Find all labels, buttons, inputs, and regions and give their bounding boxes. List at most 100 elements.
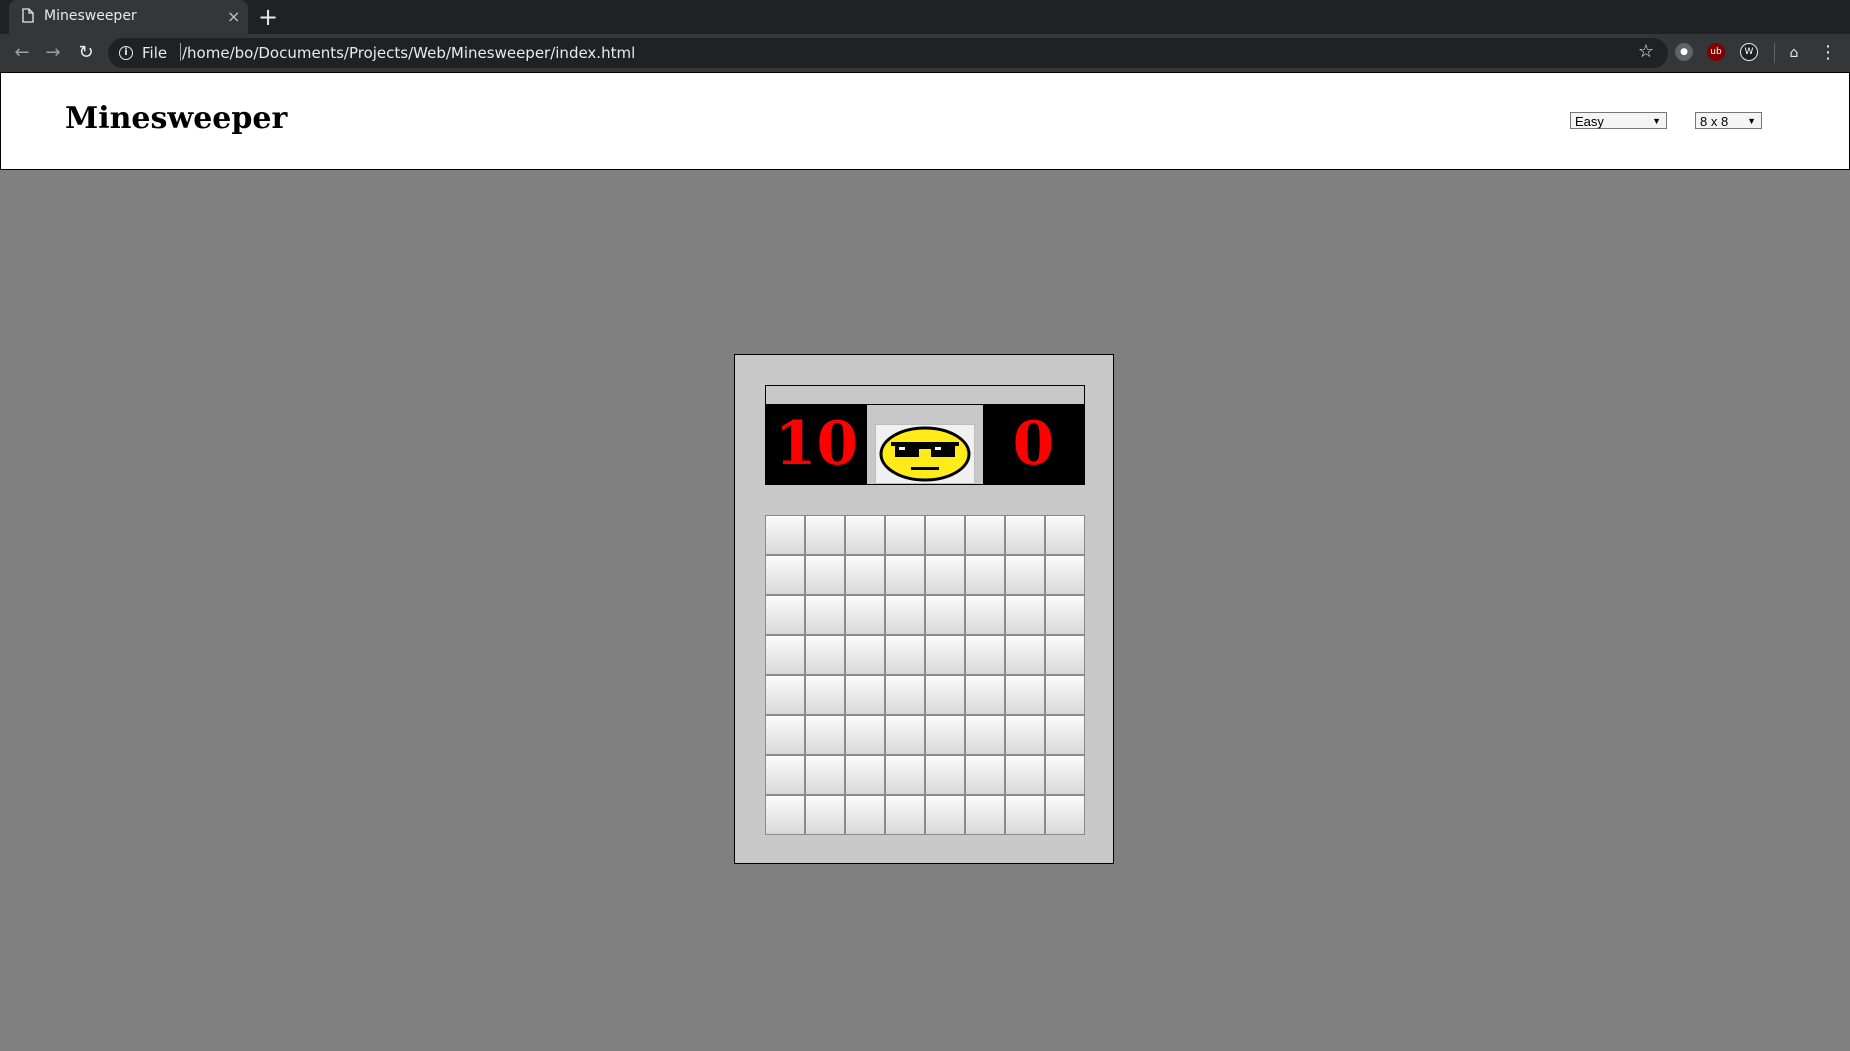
url-separator <box>180 43 181 61</box>
new-tab-icon[interactable]: + <box>258 3 278 31</box>
sunglasses-face-icon <box>879 426 971 482</box>
extension-puzzle-icon[interactable]: ● <box>1675 43 1693 61</box>
mine-cell[interactable] <box>765 795 805 835</box>
url-text[interactable]: /home/bo/Documents/Projects/Web/Mineswee… <box>182 44 635 62</box>
mine-cell[interactable] <box>885 595 925 635</box>
mine-cell[interactable] <box>765 675 805 715</box>
back-icon[interactable]: ← <box>10 41 34 65</box>
mine-cell[interactable] <box>925 635 965 675</box>
page-title: Minesweeper <box>65 101 288 136</box>
mine-cell[interactable] <box>1005 555 1045 595</box>
mine-cell[interactable] <box>965 555 1005 595</box>
mine-cell[interactable] <box>965 635 1005 675</box>
mine-cell[interactable] <box>845 795 885 835</box>
mine-cell[interactable] <box>1045 635 1085 675</box>
mine-cell[interactable] <box>885 795 925 835</box>
mine-cell[interactable] <box>885 675 925 715</box>
mine-cell[interactable] <box>765 715 805 755</box>
mine-cell[interactable] <box>965 715 1005 755</box>
mine-cell[interactable] <box>885 635 925 675</box>
ublock-icon[interactable]: ub <box>1707 43 1725 61</box>
bookmark-star-icon[interactable]: ☆ <box>1638 41 1654 62</box>
mine-cell[interactable] <box>765 755 805 795</box>
browser-tab[interactable]: Minesweeper × <box>9 0 248 34</box>
mine-cell[interactable] <box>885 755 925 795</box>
mine-cell[interactable] <box>925 795 965 835</box>
forward-icon[interactable]: → <box>41 41 65 65</box>
difficulty-select[interactable]: Easy ▼ <box>1570 112 1667 129</box>
mine-cell[interactable] <box>1045 555 1085 595</box>
incognito-icon[interactable]: ⌂ <box>1782 41 1806 65</box>
mine-cell[interactable] <box>965 595 1005 635</box>
toolbar-divider <box>1774 43 1775 63</box>
mine-cell[interactable] <box>1005 715 1045 755</box>
extension-w-icon[interactable]: W <box>1740 43 1758 61</box>
chevron-down-icon: ▼ <box>1747 116 1756 126</box>
mine-cell[interactable] <box>805 715 845 755</box>
tab-close-icon[interactable]: × <box>227 7 240 26</box>
address-bar[interactable]: i File /home/bo/Documents/Projects/Web/M… <box>108 38 1668 68</box>
board-size-selected-value: 8 x 8 <box>1700 114 1729 129</box>
mine-cell[interactable] <box>1045 715 1085 755</box>
mine-cell[interactable] <box>765 555 805 595</box>
mine-cell[interactable] <box>765 595 805 635</box>
page-icon <box>22 8 34 27</box>
game-panel: 10 0 <box>734 354 1114 864</box>
board-size-select[interactable]: 8 x 8 ▼ <box>1695 112 1762 129</box>
mine-cell[interactable] <box>965 675 1005 715</box>
timer: 0 <box>983 404 1084 484</box>
mine-cell[interactable] <box>765 635 805 675</box>
mine-cell[interactable] <box>925 595 965 635</box>
mine-cell[interactable] <box>1045 675 1085 715</box>
mine-cell[interactable] <box>765 515 805 555</box>
mine-cell[interactable] <box>805 755 845 795</box>
mine-cell[interactable] <box>845 595 885 635</box>
mine-cell[interactable] <box>845 755 885 795</box>
mine-cell[interactable] <box>1005 755 1045 795</box>
mine-cell[interactable] <box>1045 755 1085 795</box>
chevron-down-icon: ▼ <box>1652 116 1661 126</box>
mine-cell[interactable] <box>845 715 885 755</box>
info-icon[interactable]: i <box>119 46 133 60</box>
mine-cell[interactable] <box>845 675 885 715</box>
mine-cell[interactable] <box>845 515 885 555</box>
mine-cell[interactable] <box>1005 795 1045 835</box>
browser-tab-bar: Minesweeper × + <box>0 0 1850 34</box>
tab-title: Minesweeper <box>44 8 137 24</box>
mine-cell[interactable] <box>1045 595 1085 635</box>
mine-cell[interactable] <box>805 675 845 715</box>
mine-cell[interactable] <box>965 795 1005 835</box>
mine-cell[interactable] <box>885 515 925 555</box>
mine-cell[interactable] <box>925 675 965 715</box>
mine-cell[interactable] <box>925 755 965 795</box>
scoreboard: 10 0 <box>765 385 1085 485</box>
mine-cell[interactable] <box>845 635 885 675</box>
reset-face-button[interactable] <box>875 424 975 484</box>
mine-cell[interactable] <box>1005 595 1045 635</box>
mine-cell[interactable] <box>965 755 1005 795</box>
mine-cell[interactable] <box>805 795 845 835</box>
scoreboard-top-strip <box>766 386 1084 405</box>
mine-cell[interactable] <box>805 595 845 635</box>
mine-cell[interactable] <box>925 555 965 595</box>
minefield-grid <box>765 515 1085 835</box>
mine-cell[interactable] <box>1005 675 1045 715</box>
mine-cell[interactable] <box>805 635 845 675</box>
mine-cell[interactable] <box>885 555 925 595</box>
difficulty-selected-value: Easy <box>1575 114 1604 129</box>
mine-cell[interactable] <box>805 555 845 595</box>
mine-cell[interactable] <box>925 515 965 555</box>
mine-cell[interactable] <box>885 715 925 755</box>
mine-cell[interactable] <box>925 715 965 755</box>
reload-icon[interactable]: ↻ <box>74 41 98 65</box>
mine-cell[interactable] <box>1045 515 1085 555</box>
mine-cell[interactable] <box>965 515 1005 555</box>
mine-cell[interactable] <box>805 515 845 555</box>
mine-cell[interactable] <box>845 555 885 595</box>
mine-counter: 10 <box>766 404 867 484</box>
menu-icon[interactable]: ⋮ <box>1816 41 1840 65</box>
page-header: Minesweeper Easy ▼ 8 x 8 ▼ <box>0 72 1850 170</box>
mine-cell[interactable] <box>1045 795 1085 835</box>
mine-cell[interactable] <box>1005 635 1045 675</box>
mine-cell[interactable] <box>1005 515 1045 555</box>
